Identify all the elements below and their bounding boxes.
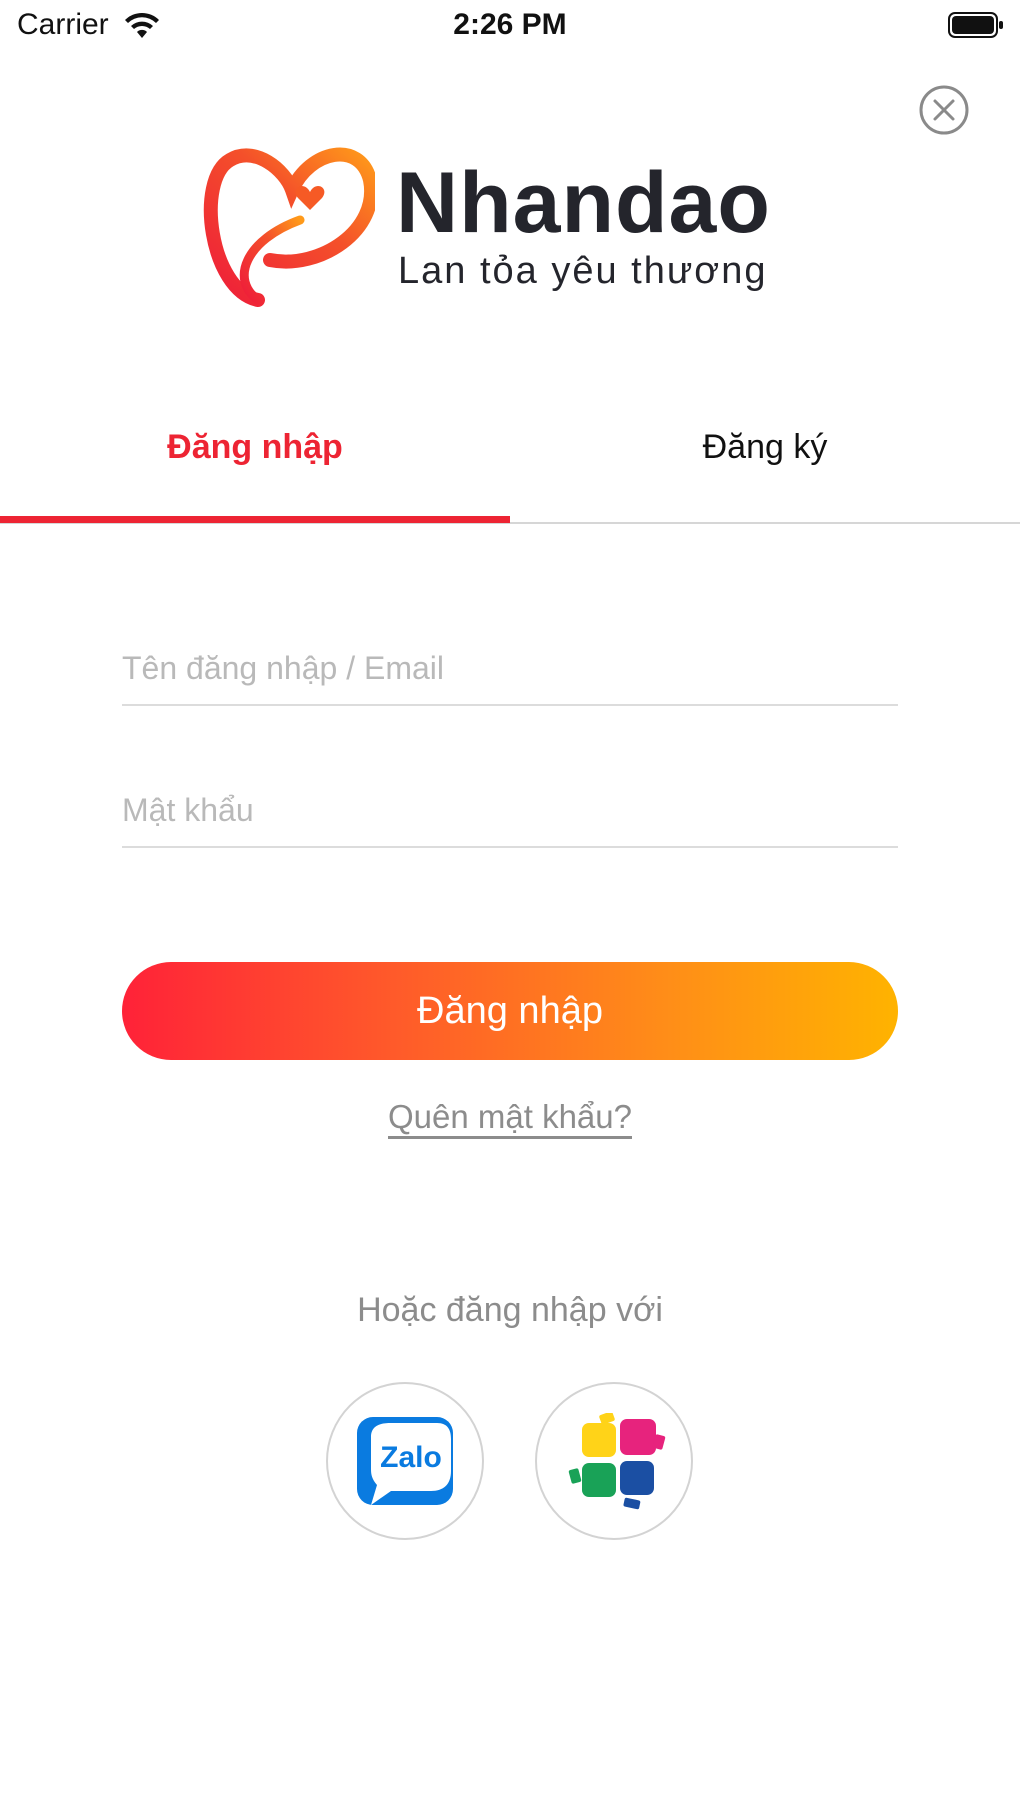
brand-logo: Nhandao Lan tỏa yêu thương xyxy=(200,140,830,315)
auth-tabs: Đăng nhập Đăng ký xyxy=(0,400,1020,524)
zalo-login-button[interactable]: Zalo xyxy=(326,1382,484,1540)
password-input[interactable] xyxy=(122,782,898,838)
field-underline xyxy=(122,846,898,848)
field-underline xyxy=(122,704,898,706)
partner-login-button[interactable] xyxy=(535,1382,693,1540)
status-time: 2:26 PM xyxy=(453,8,567,41)
forgot-password-link[interactable]: Quên mật khẩu? xyxy=(388,1098,632,1135)
username-input[interactable] xyxy=(122,640,898,696)
tab-register[interactable]: Đăng ký xyxy=(510,400,1020,520)
colorful-tiles-icon xyxy=(568,1413,666,1510)
alternative-login-prompt: Hoặc đăng nhập với xyxy=(357,1291,663,1329)
zalo-icon: Zalo xyxy=(357,1417,453,1505)
heart-logo-icon xyxy=(203,147,375,307)
brand-tagline: Lan tỏa yêu thương xyxy=(398,250,768,292)
login-button[interactable]: Đăng nhập xyxy=(122,962,898,1060)
battery-icon xyxy=(948,12,1003,38)
forgot-password-link-wrapper: Quên mật khẩu? xyxy=(0,1098,1020,1136)
username-field-wrapper xyxy=(122,640,898,706)
password-field-wrapper xyxy=(122,782,898,848)
zalo-icon-label: Zalo xyxy=(380,1441,442,1474)
status-bar: Carrier 2:26 PM xyxy=(0,0,1020,54)
brand-name: Nhandao xyxy=(396,155,771,251)
active-tab-indicator xyxy=(0,516,510,523)
tab-login[interactable]: Đăng nhập xyxy=(0,400,510,520)
close-icon[interactable] xyxy=(919,85,969,135)
tab-label: Đăng ký xyxy=(702,428,828,466)
login-screen: Carrier 2:26 PM Nhandao Lan tỏa yêu thươ… xyxy=(0,0,1020,1813)
tab-label: Đăng nhập xyxy=(167,428,343,466)
